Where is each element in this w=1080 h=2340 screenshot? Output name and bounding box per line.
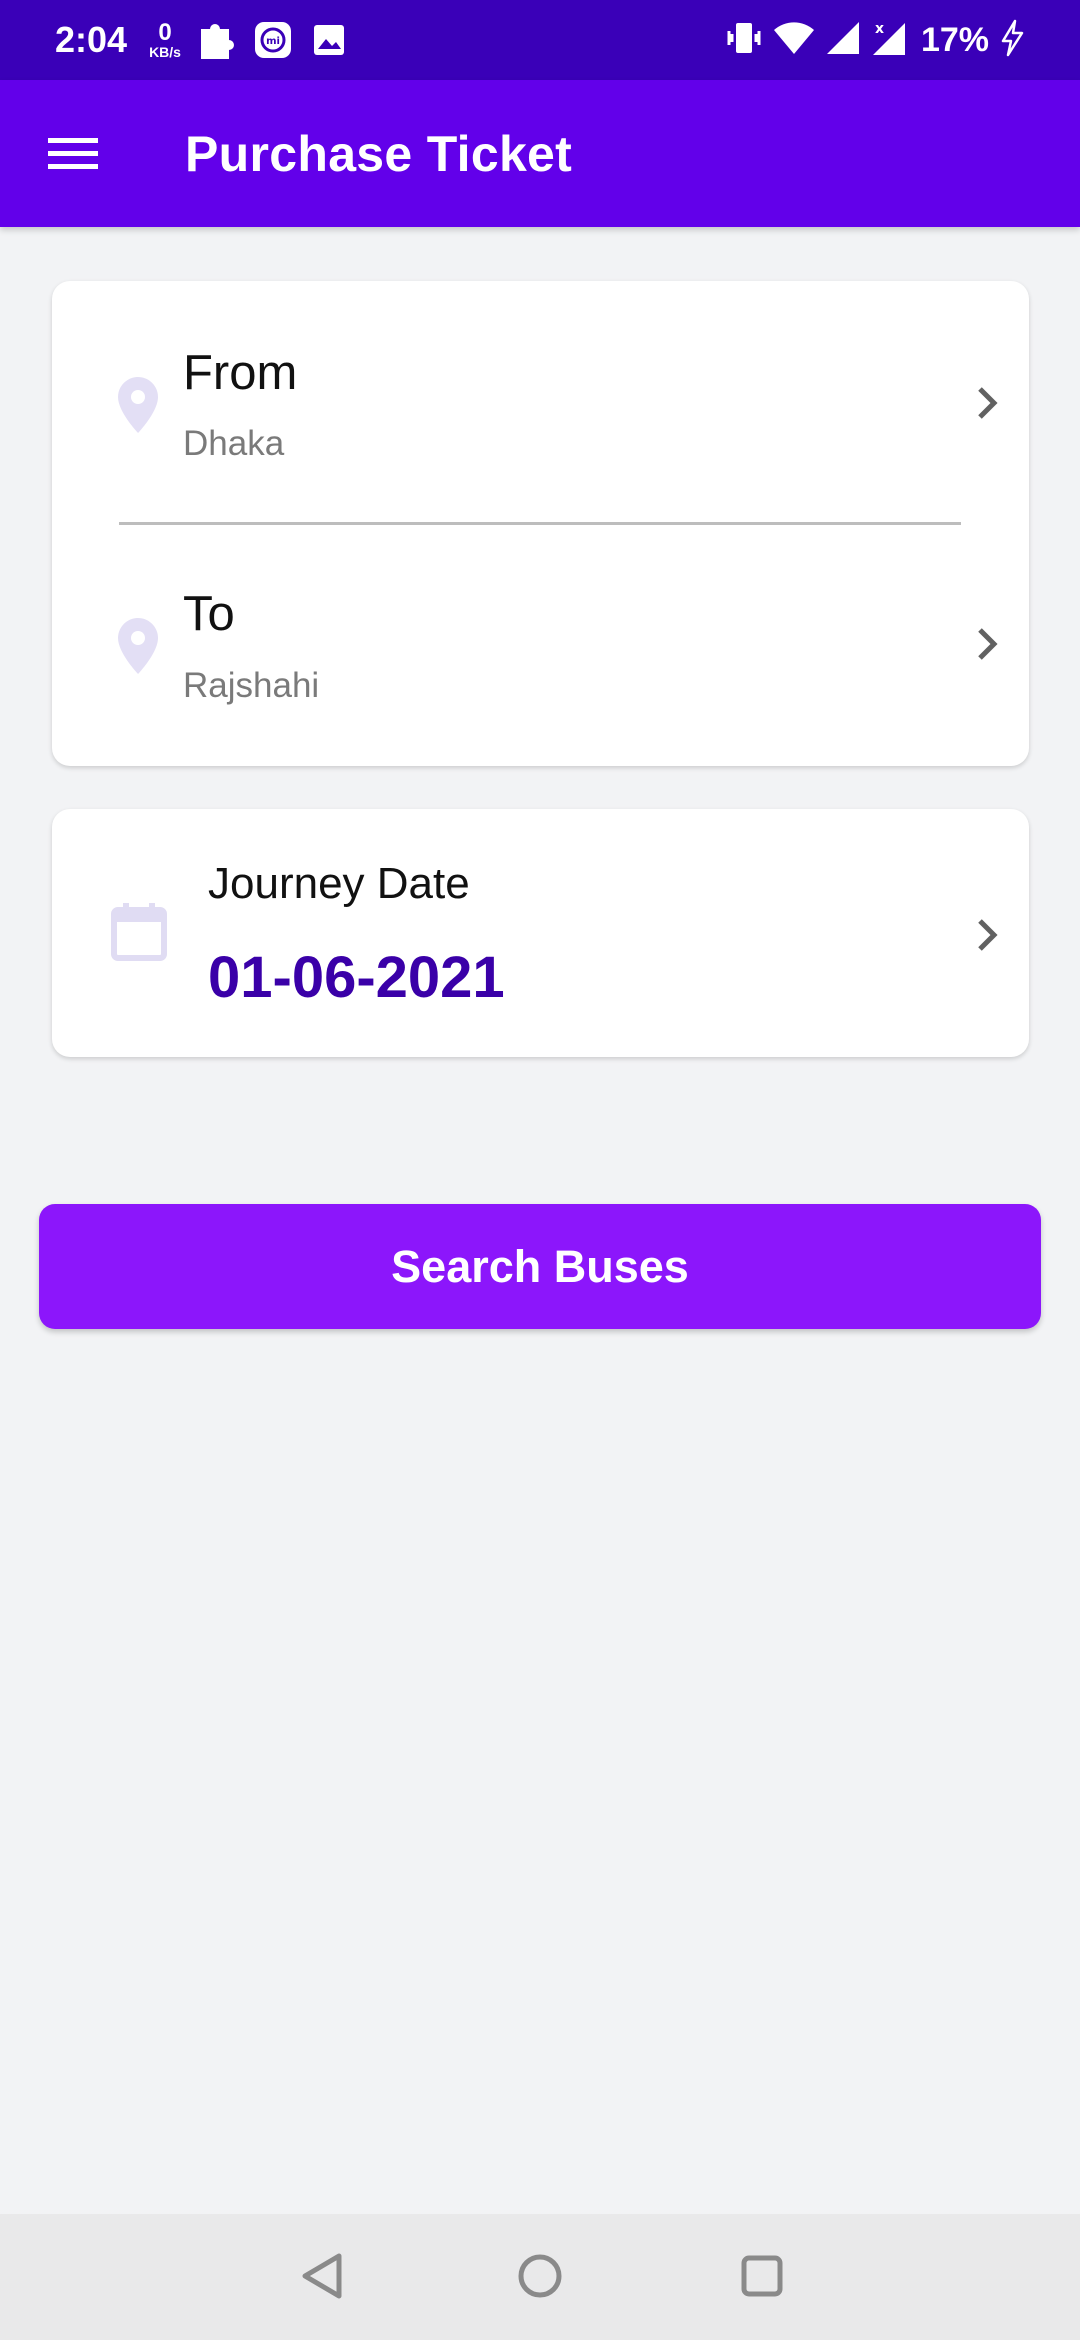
search-buses-button[interactable]: Search Buses [39,1204,1041,1329]
charging-icon [999,19,1025,62]
net-speed: 0 KB/s [149,19,181,60]
home-icon[interactable] [500,2236,580,2316]
status-right-group: x 17% [725,19,1025,62]
route-card: From Dhaka To Rajshahi [52,281,1029,766]
to-selector[interactable]: To Rajshahi [52,526,1029,726]
location-pin-icon [116,616,160,676]
journey-date-value: 01-06-2021 [208,945,505,1010]
to-label: To [183,587,235,641]
image-icon [307,18,351,62]
signal-icon [825,20,861,61]
mi-icon: mi [251,18,295,62]
from-value: Dhaka [183,424,285,463]
back-icon[interactable] [282,2236,362,2316]
calendar-icon [110,902,168,962]
hamburger-menu-icon[interactable] [25,106,121,202]
recents-icon[interactable] [722,2236,802,2316]
chevron-right-icon [970,913,1004,957]
net-speed-value: 0 [158,19,172,46]
from-selector[interactable]: From Dhaka [52,281,1029,481]
puzzle-icon [195,18,239,62]
divider [119,522,961,525]
net-speed-unit: KB/s [149,44,181,60]
chevron-right-icon [970,381,1004,425]
journey-date-selector[interactable]: Journey Date 01-06-2021 [52,809,1029,1057]
wifi-icon [773,20,815,61]
svg-text:x: x [875,21,884,37]
vibrate-icon [725,19,763,62]
system-nav-bar [0,2214,1080,2340]
app-bar: Purchase Ticket [0,80,1080,227]
svg-text:mi: mi [266,36,280,47]
chevron-right-icon [970,622,1004,666]
location-pin-icon [116,375,160,435]
page-title: Purchase Ticket [185,125,573,182]
battery-percent: 17% [920,20,989,59]
status-time: 2:04 [55,19,128,60]
from-label: From [183,346,298,400]
signal-x-icon: x [871,19,911,62]
status-bar: 2:04 0 KB/s mi x 17% [0,0,1080,80]
to-value: Rajshahi [183,666,320,705]
journey-date-label: Journey Date [208,859,470,908]
